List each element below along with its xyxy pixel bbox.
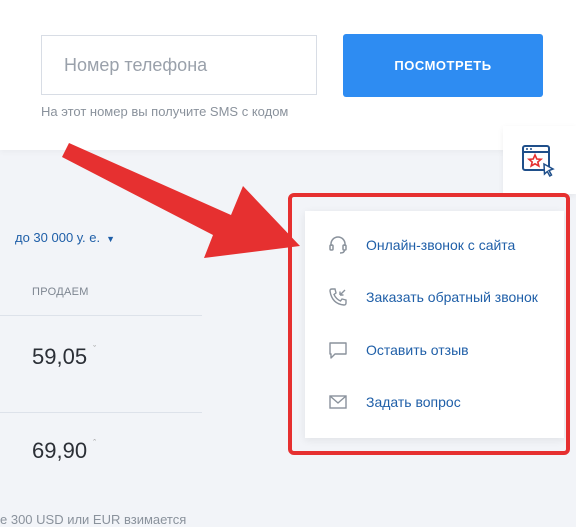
- view-button[interactable]: ПОСМОТРЕТЬ: [343, 34, 543, 97]
- amount-filter-label: до 30 000 у. е.: [15, 230, 101, 245]
- highlight-frame: [288, 193, 570, 455]
- phone-input[interactable]: [41, 35, 317, 95]
- rate-value-row: 59,05 ˇ: [32, 344, 96, 370]
- rate-value: 59,05: [32, 344, 88, 369]
- trend-down-icon: ˇ: [93, 344, 97, 354]
- trend-up-icon: ˆ: [93, 438, 97, 448]
- divider: [0, 315, 202, 316]
- sell-column-header: ПРОДАЕМ: [32, 286, 89, 298]
- browser-star-icon: [522, 144, 556, 183]
- rate-value: 69,90: [32, 438, 88, 463]
- rate-value-row: 69,90 ˆ: [32, 438, 96, 464]
- contact-widget-tab[interactable]: [503, 126, 576, 194]
- header-bar: На этот номер вы получите SMS с кодом ПО…: [0, 0, 576, 150]
- divider: [0, 412, 202, 413]
- chevron-down-icon: ▼: [106, 234, 115, 244]
- footnote: e 300 USD или EUR взимается: [0, 512, 187, 527]
- phone-hint: На этот номер вы получите SMS с кодом: [41, 104, 289, 119]
- amount-filter-dropdown[interactable]: до 30 000 у. е. ▼: [15, 230, 115, 245]
